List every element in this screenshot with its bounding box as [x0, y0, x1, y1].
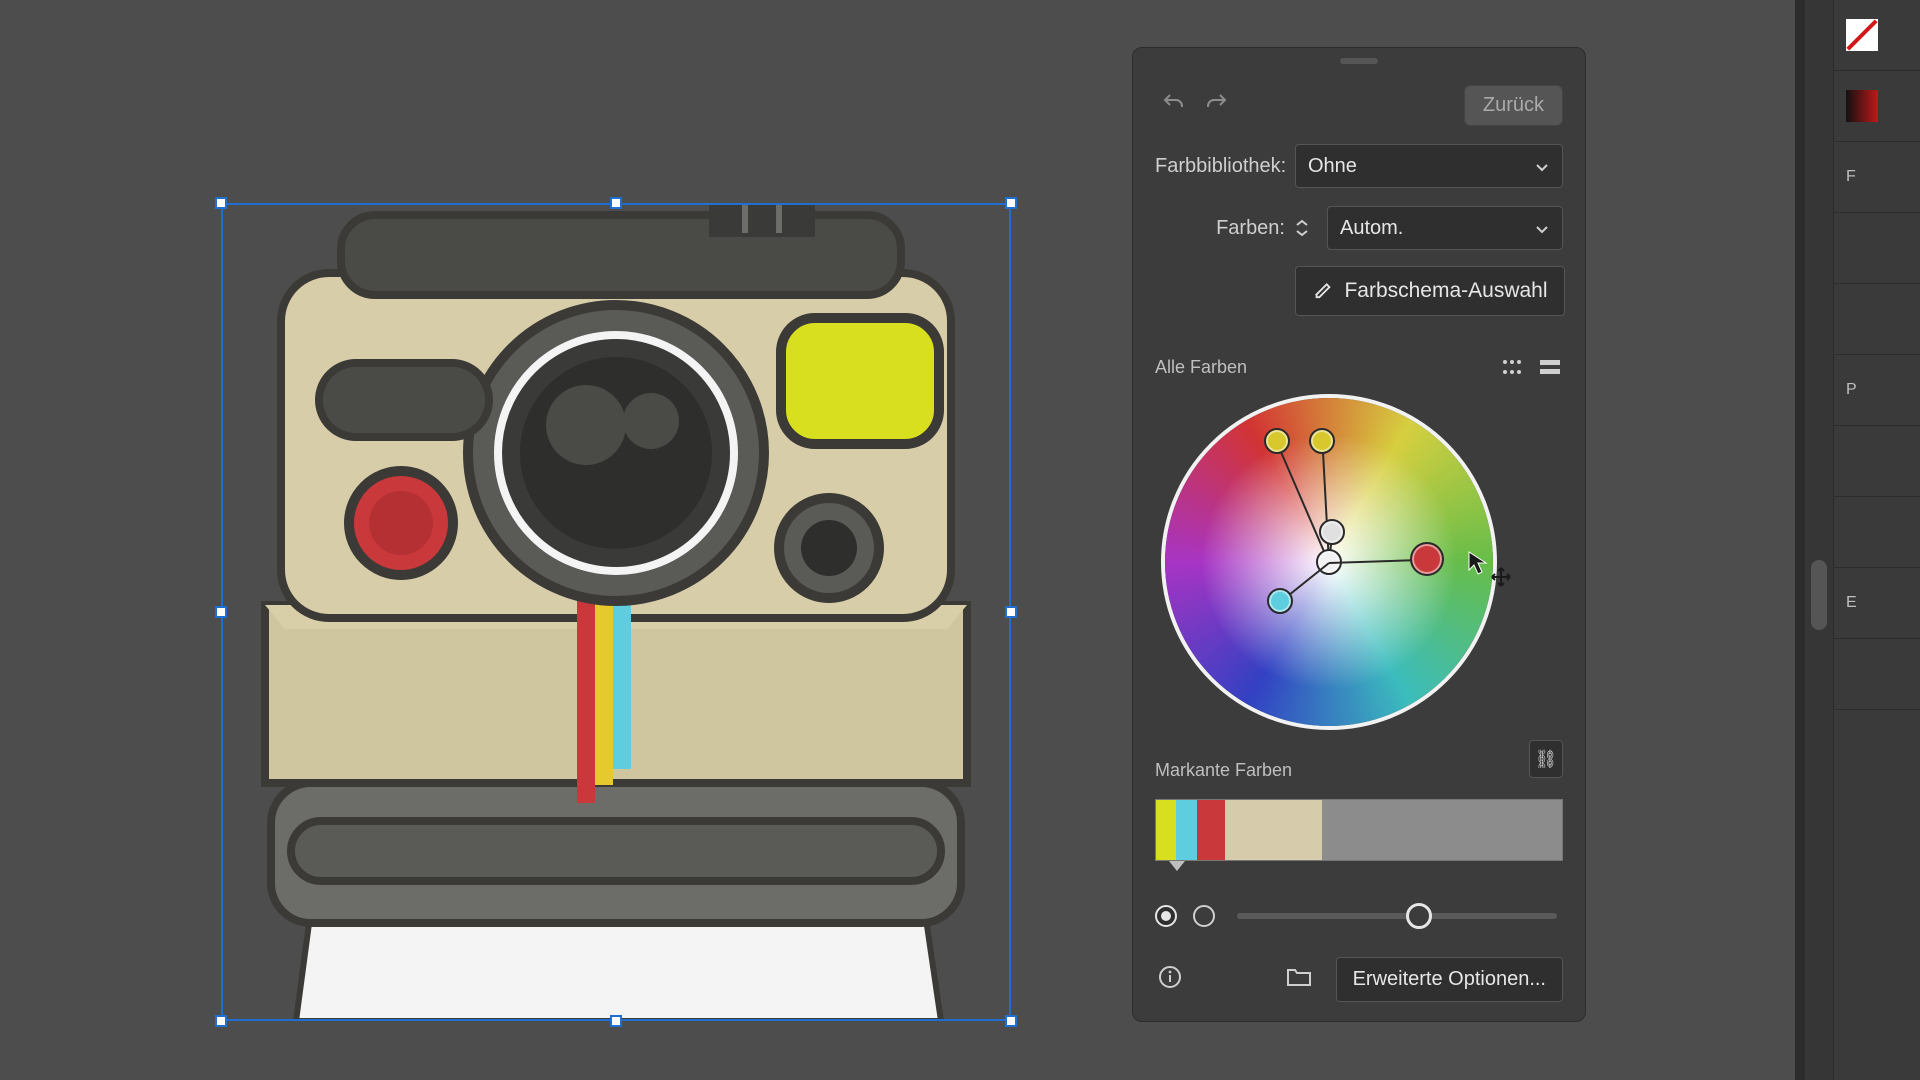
info-icon — [1158, 965, 1182, 994]
colors-value: Autom. — [1340, 217, 1403, 240]
redo-button[interactable] — [1199, 87, 1235, 123]
artwork-camera[interactable] — [221, 203, 1011, 1021]
prominent-color-swatch[interactable] — [1176, 800, 1196, 860]
resize-handle-tl[interactable] — [215, 197, 227, 209]
dock-panel-stub[interactable] — [1834, 71, 1920, 142]
chevron-down-icon — [1534, 220, 1550, 236]
redo-icon — [1205, 91, 1229, 120]
library-value: Ohne — [1308, 155, 1357, 178]
right-dock[interactable]: F P E — [1833, 0, 1920, 1080]
library-label: Farbbibliothek: — [1155, 155, 1285, 178]
save-group-button[interactable] — [1284, 965, 1314, 995]
brightness-radio-a[interactable] — [1155, 905, 1177, 927]
color-theme-picker-button[interactable]: Farbschema-Auswahl — [1295, 266, 1565, 316]
wheel-node-cyan[interactable] — [1267, 588, 1293, 614]
dock-panel-stub[interactable] — [1834, 497, 1920, 568]
dock-panel-stub[interactable] — [1834, 213, 1920, 284]
dock-panel-stub[interactable]: E — [1834, 568, 1920, 639]
dock-panel-stub[interactable]: F — [1834, 142, 1920, 213]
advanced-options-button[interactable]: Erweiterte Optionen... — [1336, 957, 1563, 1002]
panel-scrollbar[interactable] — [1805, 0, 1833, 1080]
folder-icon — [1286, 966, 1312, 993]
color-wheel[interactable] — [1161, 394, 1497, 730]
dock-panel-stub[interactable] — [1834, 639, 1920, 710]
wheel-node-center-a[interactable] — [1319, 519, 1345, 545]
resize-handle-br[interactable] — [1005, 1015, 1017, 1027]
resize-handle-mr[interactable] — [1005, 606, 1017, 618]
recolor-panel[interactable]: Zurück Farbbibliothek: Ohne Farben: Auto… — [1132, 47, 1586, 1022]
dock-separator — [1795, 0, 1805, 1080]
chevron-down-icon — [1534, 158, 1550, 174]
prominent-color-swatch[interactable] — [1197, 800, 1225, 860]
dock-panel-stub[interactable] — [1834, 426, 1920, 497]
prominent-colors-bar[interactable] — [1155, 799, 1563, 861]
resize-handle-tr[interactable] — [1005, 197, 1017, 209]
resize-handle-tm[interactable] — [610, 197, 622, 209]
wheel-mode-bars-icon[interactable] — [1537, 356, 1563, 378]
resize-handle-ml[interactable] — [215, 606, 227, 618]
reset-button[interactable]: Zurück — [1464, 85, 1563, 126]
wheel-node-red[interactable] — [1410, 542, 1444, 576]
all-colors-label: Alle Farben — [1155, 357, 1247, 378]
color-theme-picker-label: Farbschema-Auswahl — [1344, 279, 1547, 303]
prominent-colors-caret[interactable] — [1169, 861, 1185, 871]
eyedropper-icon — [1312, 277, 1334, 305]
wheel-node-yellow-2[interactable] — [1309, 428, 1335, 454]
link-harmony-toggle[interactable]: ⛓ — [1529, 740, 1563, 778]
dock-panel-stub[interactable] — [1834, 0, 1920, 71]
dock-panel-stub[interactable]: P — [1834, 355, 1920, 426]
panel-grip[interactable] — [1340, 58, 1378, 64]
wheel-node-yellow-1[interactable] — [1264, 428, 1290, 454]
library-dropdown[interactable]: Ohne — [1295, 144, 1563, 188]
prominent-color-swatch[interactable] — [1225, 800, 1322, 860]
colors-label: Farben: — [1155, 217, 1285, 240]
resize-handle-bm[interactable] — [610, 1015, 622, 1027]
undo-icon — [1161, 91, 1185, 120]
wheel-mode-dots-icon[interactable] — [1499, 356, 1525, 378]
brightness-thumb[interactable] — [1406, 903, 1432, 929]
prominent-colors-label: Markante Farben — [1155, 760, 1563, 781]
prominent-color-swatch[interactable] — [1322, 800, 1562, 860]
brightness-slider[interactable] — [1237, 913, 1557, 919]
dock-panel-stub[interactable] — [1834, 284, 1920, 355]
brightness-radio-b[interactable] — [1193, 905, 1215, 927]
scrollbar-thumb[interactable] — [1811, 560, 1827, 630]
no-fill-swatch-icon — [1846, 19, 1878, 51]
info-button[interactable] — [1155, 965, 1185, 995]
undo-button[interactable] — [1155, 87, 1191, 123]
colors-stepper[interactable] — [1295, 207, 1317, 249]
selected-object[interactable] — [221, 203, 1011, 1021]
gradient-swatch-icon — [1846, 90, 1878, 122]
resize-handle-bl[interactable] — [215, 1015, 227, 1027]
prominent-color-swatch[interactable] — [1156, 800, 1176, 860]
colors-dropdown[interactable]: Autom. — [1327, 206, 1563, 250]
